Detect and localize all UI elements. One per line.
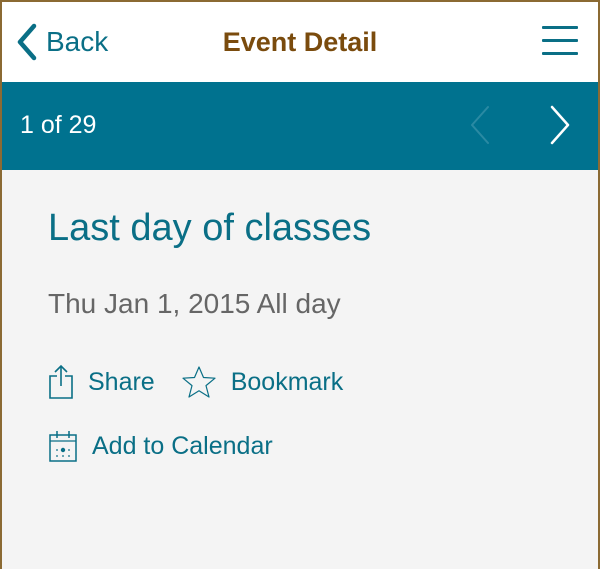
chevron-left-icon	[471, 106, 489, 144]
share-icon	[49, 364, 73, 399]
menu-line	[542, 26, 578, 29]
add-to-calendar-label: Add to Calendar	[92, 431, 273, 460]
event-actions: Share Bookmark Add to Calendar	[48, 360, 598, 468]
event-detail-content: Last day of classes Thu Jan 1, 2015 All …	[2, 170, 598, 468]
star-icon	[182, 366, 216, 398]
back-button[interactable]: Back	[16, 22, 108, 62]
menu-line	[542, 39, 578, 42]
bookmark-button[interactable]: Bookmark	[181, 365, 344, 399]
share-button[interactable]: Share	[48, 364, 155, 400]
calendar-icon	[49, 431, 77, 462]
back-label: Back	[46, 26, 109, 57]
share-label: Share	[88, 367, 155, 396]
chevron-left-icon	[17, 23, 37, 61]
add-to-calendar-button[interactable]: Add to Calendar	[48, 429, 273, 463]
chevron-right-icon	[550, 105, 570, 145]
action-row: Add to Calendar	[48, 424, 598, 468]
app-frame: Back Event Detail 1 of 29 Last day of cl…	[0, 0, 600, 569]
pager-bar: 1 of 29	[2, 82, 598, 170]
menu-line	[542, 52, 578, 55]
navigation-bar: Back Event Detail	[2, 2, 598, 82]
event-date: Thu Jan 1, 2015 All day	[48, 288, 341, 319]
bookmark-label: Bookmark	[230, 367, 344, 396]
event-title: Last day of classes	[48, 207, 372, 249]
action-row: Share Bookmark	[48, 360, 598, 404]
pager-position: 1 of 29	[20, 111, 97, 139]
previous-button[interactable]	[468, 104, 492, 146]
next-button[interactable]	[548, 104, 572, 146]
hamburger-menu-icon[interactable]	[542, 26, 578, 56]
